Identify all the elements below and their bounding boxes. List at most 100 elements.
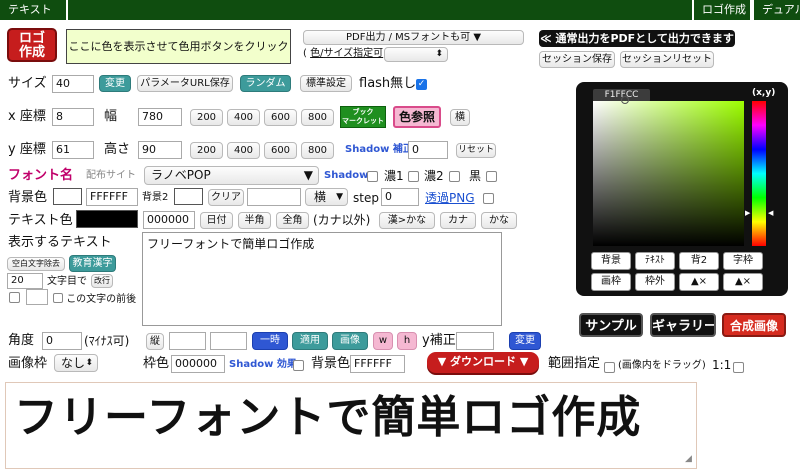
image-button[interactable]: 画像 <box>332 332 368 350</box>
palette-image-frame-button[interactable]: 画枠 <box>591 273 631 291</box>
bg-color-input[interactable]: FFFFFF <box>86 188 138 206</box>
hue-slider[interactable] <box>752 101 766 246</box>
dark1-checkbox[interactable] <box>408 171 419 182</box>
text-color-input[interactable]: 000000 <box>143 211 195 229</box>
size-change-button[interactable]: 変更 <box>99 75 131 92</box>
sample-button[interactable]: サンプル <box>579 313 643 337</box>
text-color-label: テキスト色 <box>8 213 73 228</box>
angle-input[interactable]: 0 <box>42 332 82 350</box>
hiragana-button[interactable]: かな <box>481 212 517 229</box>
wrap-char-input[interactable]: 20 <box>7 273 43 289</box>
before-after-checkbox[interactable] <box>9 292 20 303</box>
width-preset-800[interactable]: 800 <box>301 109 334 126</box>
h-value-input[interactable] <box>210 332 247 350</box>
black-checkbox[interactable] <box>486 171 497 182</box>
range-select-checkbox[interactable] <box>604 362 615 373</box>
composite-image-button[interactable]: 合成画像 <box>722 313 786 337</box>
wrap-button[interactable]: 改行 <box>91 274 113 288</box>
palette-text-button[interactable]: ﾃｷｽﾄ <box>635 252 675 270</box>
x-coord-input[interactable]: 8 <box>52 108 94 126</box>
palette-shape-clear-button-2[interactable]: ▲× <box>723 273 763 291</box>
image-frame-select[interactable]: なし ⬍ <box>54 354 98 372</box>
random-button[interactable]: ランダム <box>240 75 291 92</box>
palette-outside-frame-button[interactable]: 枠外 <box>635 273 675 291</box>
halfwidth-button[interactable]: 半角 <box>238 212 271 229</box>
shadow-reset-button[interactable]: リセット <box>456 143 496 158</box>
width-preset-200[interactable]: 200 <box>190 109 223 126</box>
border-color-input[interactable]: 000000 <box>171 355 225 373</box>
palette-shape-clear-button-1[interactable]: ▲× <box>679 273 719 291</box>
fullwidth-button[interactable]: 全角 <box>276 212 309 229</box>
bg2-color-input[interactable] <box>247 188 301 206</box>
shadow-effect-checkbox[interactable] <box>293 360 304 371</box>
standard-settings-button[interactable]: 標準設定 <box>300 75 352 92</box>
param-url-save-button[interactable]: パラメータURL保存 <box>137 75 233 92</box>
orientation-select[interactable]: 横 ▼ <box>305 188 348 206</box>
no-flash-checkbox[interactable]: ✓ <box>416 79 427 90</box>
session-save-button[interactable]: セッション保存 <box>539 51 615 68</box>
ratio-checkbox[interactable] <box>733 362 744 373</box>
height-preset-600[interactable]: 600 <box>264 142 297 159</box>
shadow-checkbox[interactable] <box>367 171 378 182</box>
height-preset-400[interactable]: 400 <box>227 142 260 159</box>
width-input[interactable]: 780 <box>138 108 182 126</box>
date-button[interactable]: 日付 <box>200 212 233 229</box>
palette-bg-button[interactable]: 背景 <box>591 252 631 270</box>
tab-logo[interactable]: ロゴ作成 <box>692 0 752 20</box>
width-preset-400[interactable]: 400 <box>227 109 260 126</box>
height-input[interactable]: 90 <box>138 141 182 159</box>
step-input[interactable]: 0 <box>381 188 419 206</box>
resize-handle-icon[interactable]: ◢ <box>685 455 692 464</box>
clear-button[interactable]: クリア <box>208 189 244 206</box>
temporary-button[interactable]: 一時 <box>252 332 288 350</box>
h-button[interactable]: h <box>397 332 417 350</box>
shadow-fix-input[interactable]: 0 <box>408 141 448 159</box>
color-picker-gradient[interactable] <box>593 101 744 246</box>
orientation-value: 横 <box>314 190 327 204</box>
pdf-size-dropdown[interactable]: ⬍ <box>384 47 448 62</box>
katakana-button[interactable]: カナ <box>440 212 476 229</box>
w-value-input[interactable] <box>169 332 206 350</box>
size-input[interactable]: 40 <box>52 75 94 93</box>
bg-color-swatch[interactable] <box>53 188 82 205</box>
tab-text[interactable]: テキスト <box>0 0 68 20</box>
picker-cursor-icon[interactable] <box>621 96 629 104</box>
height-preset-200[interactable]: 200 <box>190 142 223 159</box>
download-button[interactable]: ▼ ダウンロード ▼ <box>427 352 539 373</box>
pdf-output-select[interactable]: PDF出力 / MSフォントも可 ▼ <box>303 30 524 45</box>
y-coord-input[interactable]: 61 <box>52 141 94 159</box>
transparent-png-link[interactable]: 透過PNG <box>425 192 475 204</box>
w-button[interactable]: w <box>373 332 393 350</box>
text-color-swatch[interactable] <box>76 210 138 228</box>
dark2-checkbox[interactable] <box>449 171 460 182</box>
apply-button[interactable]: 適用 <box>292 332 328 350</box>
color-reference-button[interactable]: 色参照 <box>393 106 441 128</box>
tab-dual[interactable]: デュアル <box>752 0 800 20</box>
pdf-output-banner[interactable]: ≪ 通常出力をPDFとして出力できます <box>539 30 735 47</box>
height-preset-800[interactable]: 800 <box>301 142 334 159</box>
distribution-site-link[interactable]: 配布サイト <box>86 171 136 181</box>
palette-char-border-button[interactable]: 字枠 <box>723 252 763 270</box>
palette-bg2-button[interactable]: 背2 <box>679 252 719 270</box>
y-fix-change-button[interactable]: 変更 <box>509 332 541 350</box>
image-frame-label: 画像枠 <box>8 356 48 371</box>
bookmarklet-button[interactable]: ブック マークレット <box>340 106 386 128</box>
transparent-png-checkbox[interactable] <box>483 193 494 204</box>
session-reset-button[interactable]: セッションリセット <box>620 51 714 68</box>
gallery-button[interactable]: ギャラリー <box>650 313 716 337</box>
frame-bg-input[interactable]: FFFFFF <box>350 355 405 373</box>
width-preset-600[interactable]: 600 <box>264 109 297 126</box>
logo-create-badge[interactable]: ロゴ 作成 <box>7 28 57 62</box>
vertical-button[interactable]: 縦 <box>146 333 164 350</box>
remove-space-button[interactable]: 空白文字除去 <box>7 257 65 271</box>
y-fix-input[interactable] <box>456 332 494 350</box>
kanji-to-kana-button[interactable]: 漢>かな <box>379 212 435 229</box>
color-hint-box[interactable]: ここに色を表示させて色用ボタンをクリック <box>66 29 291 64</box>
pdf-size-label[interactable]: 色/サイズ指定可 <box>310 48 383 59</box>
display-text-textarea[interactable]: フリーフォントで簡単ロゴ作成 <box>142 232 502 326</box>
bg2-color-swatch[interactable] <box>174 188 203 205</box>
before-after-input[interactable] <box>26 289 48 305</box>
edu-kanji-button[interactable]: 教育漢字 <box>69 255 116 272</box>
font-select[interactable]: ラノベPOP ▼ <box>144 166 319 185</box>
horizontal-button[interactable]: 横 <box>450 109 470 126</box>
